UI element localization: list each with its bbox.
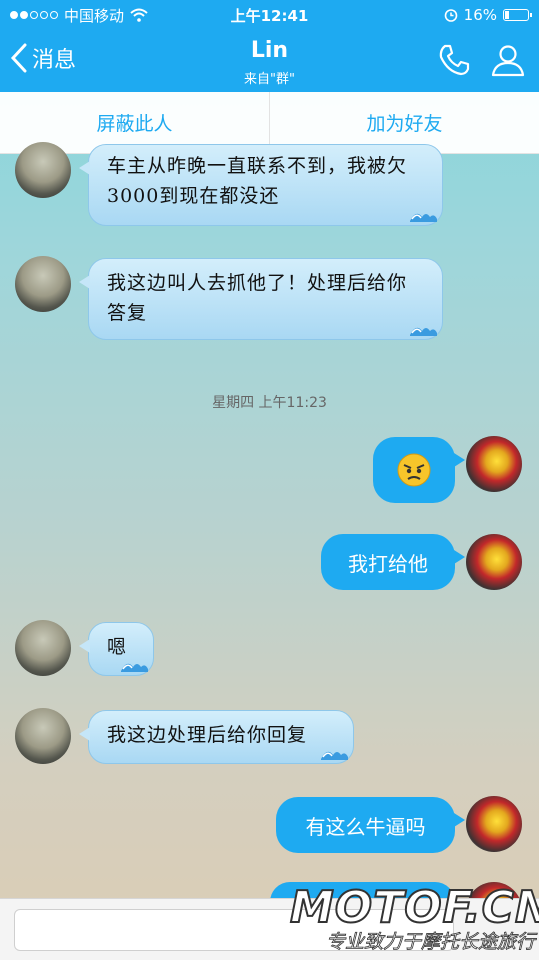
person-icon[interactable] — [490, 42, 526, 78]
message-bubble-in[interactable]: 车主从昨晚一直联系不到，我被欠3000到现在都没还 — [79, 144, 443, 226]
back-label: 消息 — [32, 48, 77, 73]
avatar[interactable] — [466, 534, 522, 590]
status-bar: 中国移动 上午12:41 16% — [0, 0, 539, 30]
avatar[interactable] — [466, 436, 522, 492]
wave-icon — [321, 751, 348, 760]
message-bubble-out[interactable]: 我打给他 — [321, 534, 465, 590]
avatar[interactable] — [466, 796, 522, 852]
status-right: 16% — [444, 6, 532, 24]
message-text: 嗯 — [107, 636, 128, 658]
message-bubble-in[interactable]: 我这边处理后给你回复 — [79, 710, 354, 764]
watermark-slogan: 专业致力于摩托长途旅行 — [325, 931, 536, 954]
angry-face-icon — [397, 453, 431, 487]
wave-icon — [121, 663, 148, 672]
nav-bar: 消息 Lin 来自"群" — [0, 30, 539, 92]
wave-icon — [410, 327, 437, 336]
status-left: 中国移动 — [10, 5, 148, 26]
message-text: 我这边处理后给你回复 — [107, 724, 308, 746]
battery-icon — [503, 9, 532, 21]
avatar[interactable] — [15, 256, 71, 312]
phone-icon[interactable] — [436, 42, 472, 78]
back-button[interactable]: 消息 — [10, 42, 76, 74]
watermark: MOTOF.CN 专业致力于摩托长途旅行 — [289, 882, 539, 960]
message-bubble-in[interactable]: 嗯 — [79, 622, 154, 676]
wave-icon — [410, 213, 437, 222]
chevron-left-icon — [10, 43, 27, 73]
message-text: 车主从昨晚一直联系不到，我被欠3000到现在都没还 — [107, 155, 408, 207]
message-bubble-in[interactable]: 我这边叫人去抓他了！处理后给你答复 — [79, 258, 443, 340]
carrier-label: 中国移动 — [64, 6, 125, 25]
signal-icon — [10, 11, 58, 19]
watermark-logo: MOTOF.CN — [289, 882, 539, 933]
avatar[interactable] — [15, 708, 71, 764]
message-bubble-out[interactable] — [373, 437, 465, 503]
alarm-icon — [444, 9, 457, 22]
message-text: 我打给他 — [348, 551, 428, 576]
battery-fill — [505, 11, 509, 19]
avatar[interactable] — [15, 620, 71, 676]
message-bubble-out[interactable]: 有这么牛逼吗 — [276, 797, 465, 853]
message-text: 有这么牛逼吗 — [305, 814, 426, 839]
battery-percent: 16% — [463, 6, 497, 24]
timestamp: 星期四 上午11:23 — [212, 395, 327, 411]
message-text: 我这边叫人去抓他了！处理后给你答复 — [107, 272, 408, 324]
avatar[interactable] — [15, 142, 71, 198]
wifi-icon — [130, 8, 148, 22]
